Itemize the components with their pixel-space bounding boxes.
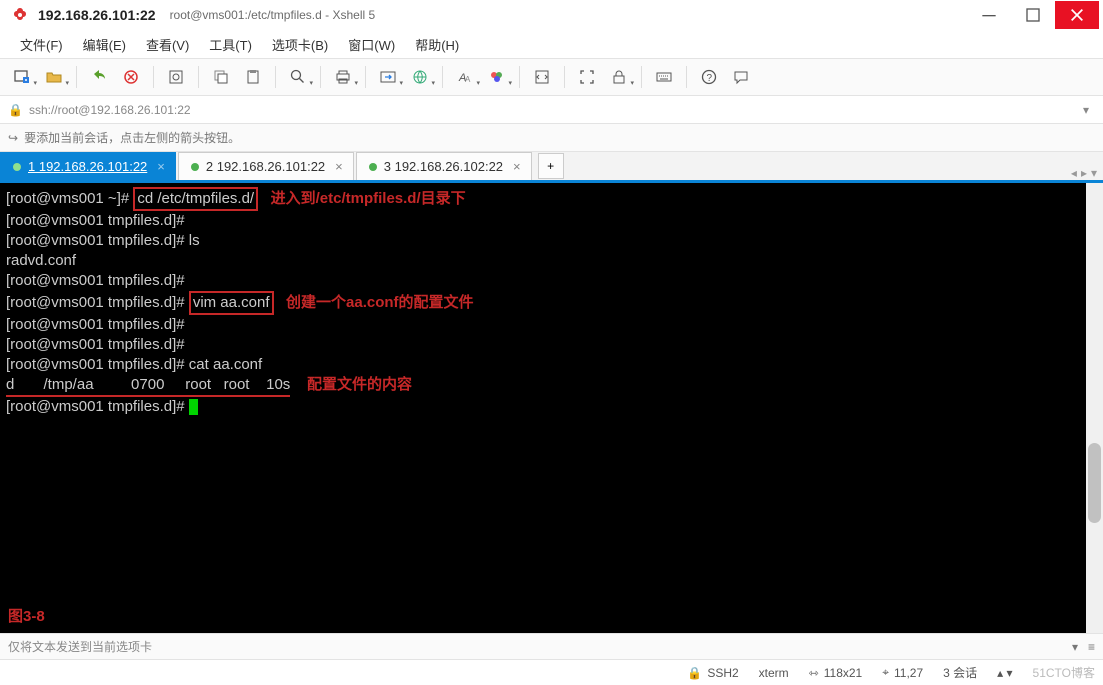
tab-bar: 1 192.168.26.101:22 × 2 192.168.26.101:2… <box>0 152 1103 183</box>
tab-close-button[interactable]: × <box>157 159 165 174</box>
status-bar: 🔒SSH2 xterm ⇿118x21 ⌖11,27 3 会话 ▴ ▾ 51CT… <box>0 659 1103 685</box>
tab-close-button[interactable]: × <box>335 159 343 174</box>
toolbar: ▾ ▾ ▾ ▾ ▾ ▾ AA▾ ▾ ▾ ? <box>0 58 1103 96</box>
title-bar: 192.168.26.101:22 root@vms001:/etc/tmpfi… <box>0 0 1103 30</box>
status-cursor: ⌖11,27 <box>882 665 923 680</box>
tab-close-button[interactable]: × <box>513 159 521 174</box>
annotation: 创建一个aa.conf的配置文件 <box>286 294 474 311</box>
search-button[interactable]: ▾ <box>284 64 312 90</box>
globe-button[interactable]: ▾ <box>406 64 434 90</box>
print-button[interactable]: ▾ <box>329 64 357 90</box>
compose-menu-icon[interactable]: ≡ <box>1088 640 1095 654</box>
reconnect-button[interactable] <box>85 64 113 90</box>
annotation: 进入到/etc/tmpfiles.d/目录下 <box>271 190 466 207</box>
figure-label: 图3-8 <box>8 607 45 627</box>
hint-text: 要添加当前会话，点击左侧的箭头按钮。 <box>24 129 240 146</box>
menu-tools[interactable]: 工具(T) <box>199 31 262 58</box>
compose-bar: 仅将文本发送到当前选项卡 ▾ ≡ <box>0 633 1103 659</box>
script-button[interactable] <box>528 64 556 90</box>
content-underline: d /tmp/aa 0700 root root 10s <box>6 375 290 397</box>
address-dropdown[interactable]: ▾ <box>1077 103 1095 117</box>
scrollbar-thumb[interactable] <box>1088 443 1101 523</box>
open-button[interactable]: ▾ <box>40 64 68 90</box>
status-term: xterm <box>759 666 789 680</box>
address-bar: 🔒 ssh://root@192.168.26.101:22 ▾ <box>0 96 1103 124</box>
command-highlight: cd /etc/tmpfiles.d/ <box>133 187 258 211</box>
compose-placeholder[interactable]: 仅将文本发送到当前选项卡 <box>8 638 152 655</box>
window-subtitle: root@vms001:/etc/tmpfiles.d - Xshell 5 <box>170 8 376 22</box>
paste-button[interactable] <box>239 64 267 90</box>
terminal-scrollbar[interactable] <box>1086 183 1103 633</box>
hint-arrow-icon[interactable]: ↪ <box>8 131 18 145</box>
tab-nav-left-icon[interactable]: ◂ <box>1071 166 1077 180</box>
session-tab-2[interactable]: 2 192.168.26.101:22 × <box>178 152 354 180</box>
new-tab-button[interactable]: + <box>538 153 564 179</box>
menu-view[interactable]: 查看(V) <box>136 31 199 58</box>
copy-button[interactable] <box>207 64 235 90</box>
disconnect-button[interactable] <box>117 64 145 90</box>
tab-menu-icon[interactable]: ▾ <box>1091 166 1097 180</box>
status-dot-icon <box>191 163 199 171</box>
status-nav[interactable]: ▴ ▾ <box>997 666 1012 680</box>
menu-help[interactable]: 帮助(H) <box>405 31 469 58</box>
window-title: 192.168.26.101:22 <box>38 7 156 23</box>
properties-button[interactable] <box>162 64 190 90</box>
color-button[interactable]: ▾ <box>483 64 511 90</box>
status-dot-icon <box>13 163 21 171</box>
menu-tabs[interactable]: 选项卡(B) <box>262 31 338 58</box>
address-url[interactable]: ssh://root@192.168.26.101:22 <box>29 103 191 117</box>
compose-dropdown-icon[interactable]: ▾ <box>1072 640 1078 654</box>
lock-button[interactable]: ▾ <box>605 64 633 90</box>
status-sessions: 3 会话 <box>943 664 977 681</box>
status-protocol: 🔒SSH2 <box>687 666 738 680</box>
keyboard-button[interactable] <box>650 64 678 90</box>
lock-icon: 🔒 <box>8 103 23 117</box>
minimize-button[interactable] <box>967 1 1011 29</box>
terminal-pane[interactable]: [root@vms001 ~]# cd /etc/tmpfiles.d/ 进入到… <box>0 183 1103 633</box>
close-button[interactable] <box>1055 1 1099 29</box>
new-session-button[interactable]: ▾ <box>8 64 36 90</box>
svg-text:A: A <box>465 75 471 84</box>
help-button[interactable]: ? <box>695 64 723 90</box>
session-tab-1[interactable]: 1 192.168.26.101:22 × <box>0 152 176 180</box>
watermark: 51CTO博客 <box>1033 664 1095 681</box>
transfer-button[interactable]: ▾ <box>374 64 402 90</box>
menu-window[interactable]: 窗口(W) <box>338 31 405 58</box>
menu-file[interactable]: 文件(F) <box>10 31 73 58</box>
status-size: ⇿118x21 <box>809 666 863 680</box>
menu-edit[interactable]: 编辑(E) <box>73 31 136 58</box>
tab-nav-right-icon[interactable]: ▸ <box>1081 166 1087 180</box>
session-tab-3[interactable]: 3 192.168.26.102:22 × <box>356 152 532 180</box>
svg-text:?: ? <box>707 73 713 84</box>
annotation: 配置文件的内容 <box>307 376 412 393</box>
hint-bar: ↪ 要添加当前会话，点击左侧的箭头按钮。 <box>0 124 1103 152</box>
font-button[interactable]: AA▾ <box>451 64 479 90</box>
chat-button[interactable] <box>727 64 755 90</box>
fullscreen-button[interactable] <box>573 64 601 90</box>
status-dot-icon <box>369 163 377 171</box>
command-highlight: vim aa.conf <box>189 291 274 315</box>
tab-label: 1 192.168.26.101:22 <box>28 159 147 174</box>
tab-label: 3 192.168.26.102:22 <box>384 159 503 174</box>
tab-label: 2 192.168.26.101:22 <box>206 159 325 174</box>
menu-bar: 文件(F) 编辑(E) 查看(V) 工具(T) 选项卡(B) 窗口(W) 帮助(… <box>0 30 1103 58</box>
app-icon <box>12 7 28 23</box>
terminal-cursor <box>189 399 198 415</box>
maximize-button[interactable] <box>1011 1 1055 29</box>
